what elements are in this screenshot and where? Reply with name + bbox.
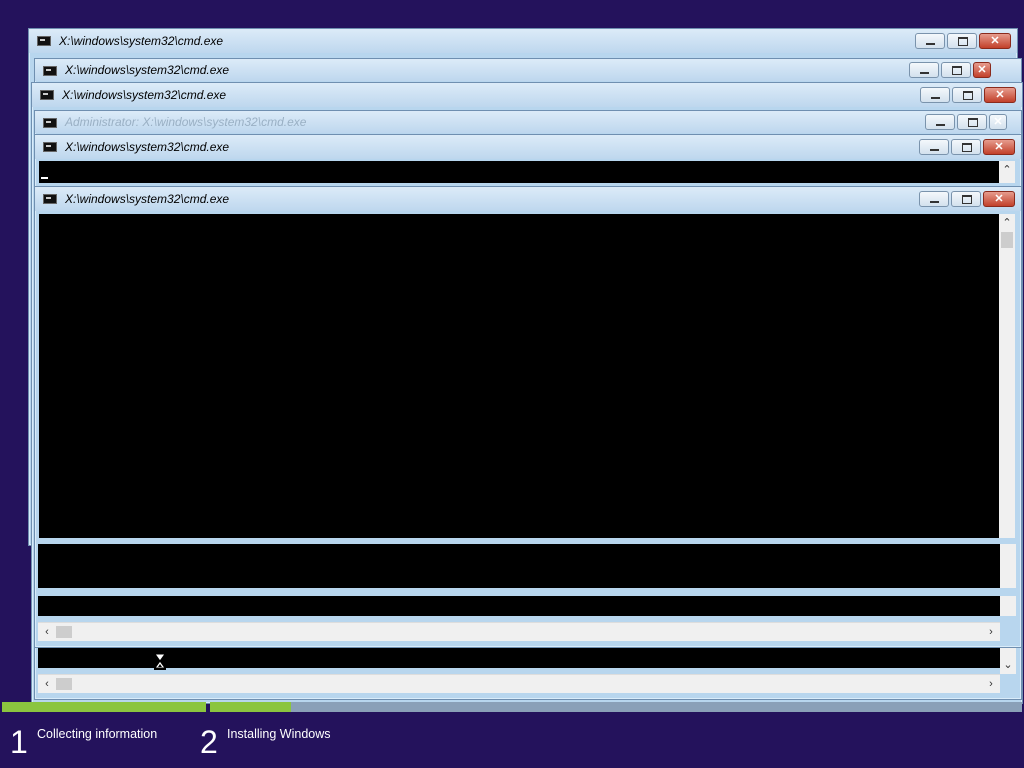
- cmd-icon: [37, 36, 51, 46]
- window-title: X:\windows\system32\cmd.exe: [65, 63, 230, 77]
- scroll-thumb[interactable]: [1001, 232, 1013, 248]
- close-button[interactable]: [979, 33, 1011, 49]
- minimize-button[interactable]: [909, 62, 939, 78]
- close-button[interactable]: [989, 114, 1007, 130]
- cmd-icon: [43, 142, 57, 152]
- vertical-scrollbar[interactable]: ⌃: [999, 214, 1015, 538]
- maximize-button[interactable]: [941, 62, 971, 78]
- window-title: X:\windows\system32\cmd.exe: [65, 192, 230, 206]
- vertical-scrollbar[interactable]: [1000, 596, 1016, 616]
- hourglass-icon: [154, 652, 166, 670]
- step2-progress-fill: [210, 702, 291, 712]
- chevron-right-icon[interactable]: ›: [984, 625, 998, 639]
- title-bar[interactable]: X:\windows\system32\cmd.exe: [35, 135, 1021, 159]
- maximize-button[interactable]: [951, 191, 981, 207]
- scroll-thumb[interactable]: [56, 678, 72, 690]
- minimize-button[interactable]: [919, 139, 949, 155]
- maximize-button[interactable]: [947, 33, 977, 49]
- window-title: Administrator: X:\windows\system32\cmd.e…: [65, 115, 307, 129]
- maximize-button[interactable]: [952, 87, 982, 103]
- chevron-up-icon[interactable]: ⌃: [1000, 216, 1014, 230]
- console-output-pane-2[interactable]: [38, 544, 1000, 588]
- step-1-number: 1: [10, 724, 28, 760]
- step-1-label: Collecting information: [37, 727, 158, 741]
- chevron-down-icon[interactable]: ⌄: [1001, 658, 1015, 672]
- vertical-scrollbar[interactable]: [1000, 544, 1016, 588]
- cmd-icon: [40, 90, 54, 100]
- admin-cmd-window[interactable]: Administrator: X:\windows\system32\cmd.e…: [34, 110, 1022, 136]
- step2-progress-track: [210, 702, 1022, 712]
- chevron-right-icon[interactable]: ›: [984, 677, 998, 691]
- console-output-pane-4[interactable]: [38, 648, 1000, 668]
- text-cursor: [41, 177, 48, 179]
- horizontal-scrollbar[interactable]: ‹ ›: [38, 674, 1000, 693]
- vertical-scrollbar[interactable]: ⌃: [999, 161, 1015, 183]
- maximize-button[interactable]: [951, 139, 981, 155]
- step-2-number: 2: [200, 724, 218, 760]
- title-bar[interactable]: Administrator: X:\windows\system32\cmd.e…: [35, 111, 1021, 133]
- title-bar[interactable]: X:\windows\system32\cmd.exe: [29, 29, 1017, 53]
- console-output-pane-3[interactable]: [38, 596, 1000, 616]
- minimize-button[interactable]: [920, 87, 950, 103]
- minimize-button[interactable]: [919, 191, 949, 207]
- console-output[interactable]: [39, 214, 999, 538]
- scroll-thumb[interactable]: [56, 626, 72, 638]
- window-title: X:\windows\system32\cmd.exe: [65, 140, 230, 154]
- window-title: X:\windows\system32\cmd.exe: [59, 34, 224, 48]
- window-title: X:\windows\system32\cmd.exe: [62, 88, 227, 102]
- console-output[interactable]: [39, 161, 999, 183]
- minimize-button[interactable]: [925, 114, 955, 130]
- title-bar[interactable]: X:\windows\system32\cmd.exe: [35, 187, 1021, 211]
- close-button[interactable]: [983, 139, 1015, 155]
- chevron-left-icon[interactable]: ‹: [40, 677, 54, 691]
- title-bar[interactable]: X:\windows\system32\cmd.exe: [35, 59, 1021, 81]
- chevron-up-icon[interactable]: ⌃: [1000, 163, 1014, 177]
- step-2-label: Installing Windows: [227, 727, 331, 741]
- setup-progress-bar: [0, 702, 1024, 714]
- cmd-icon: [43, 66, 57, 76]
- cmd-icon: [43, 194, 57, 204]
- close-button[interactable]: [983, 191, 1015, 207]
- horizontal-scrollbar[interactable]: ‹ ›: [38, 622, 1000, 641]
- close-button[interactable]: [973, 62, 991, 78]
- step1-progress-fill: [2, 702, 206, 712]
- vertical-scrollbar[interactable]: ⌄: [1000, 648, 1016, 674]
- close-button[interactable]: [984, 87, 1016, 103]
- cmd-window-2[interactable]: X:\windows\system32\cmd.exe: [34, 58, 1022, 84]
- minimize-button[interactable]: [915, 33, 945, 49]
- chevron-left-icon[interactable]: ‹: [40, 625, 54, 639]
- title-bar[interactable]: X:\windows\system32\cmd.exe: [32, 83, 1022, 107]
- maximize-button[interactable]: [957, 114, 987, 130]
- cmd-icon: [43, 118, 57, 128]
